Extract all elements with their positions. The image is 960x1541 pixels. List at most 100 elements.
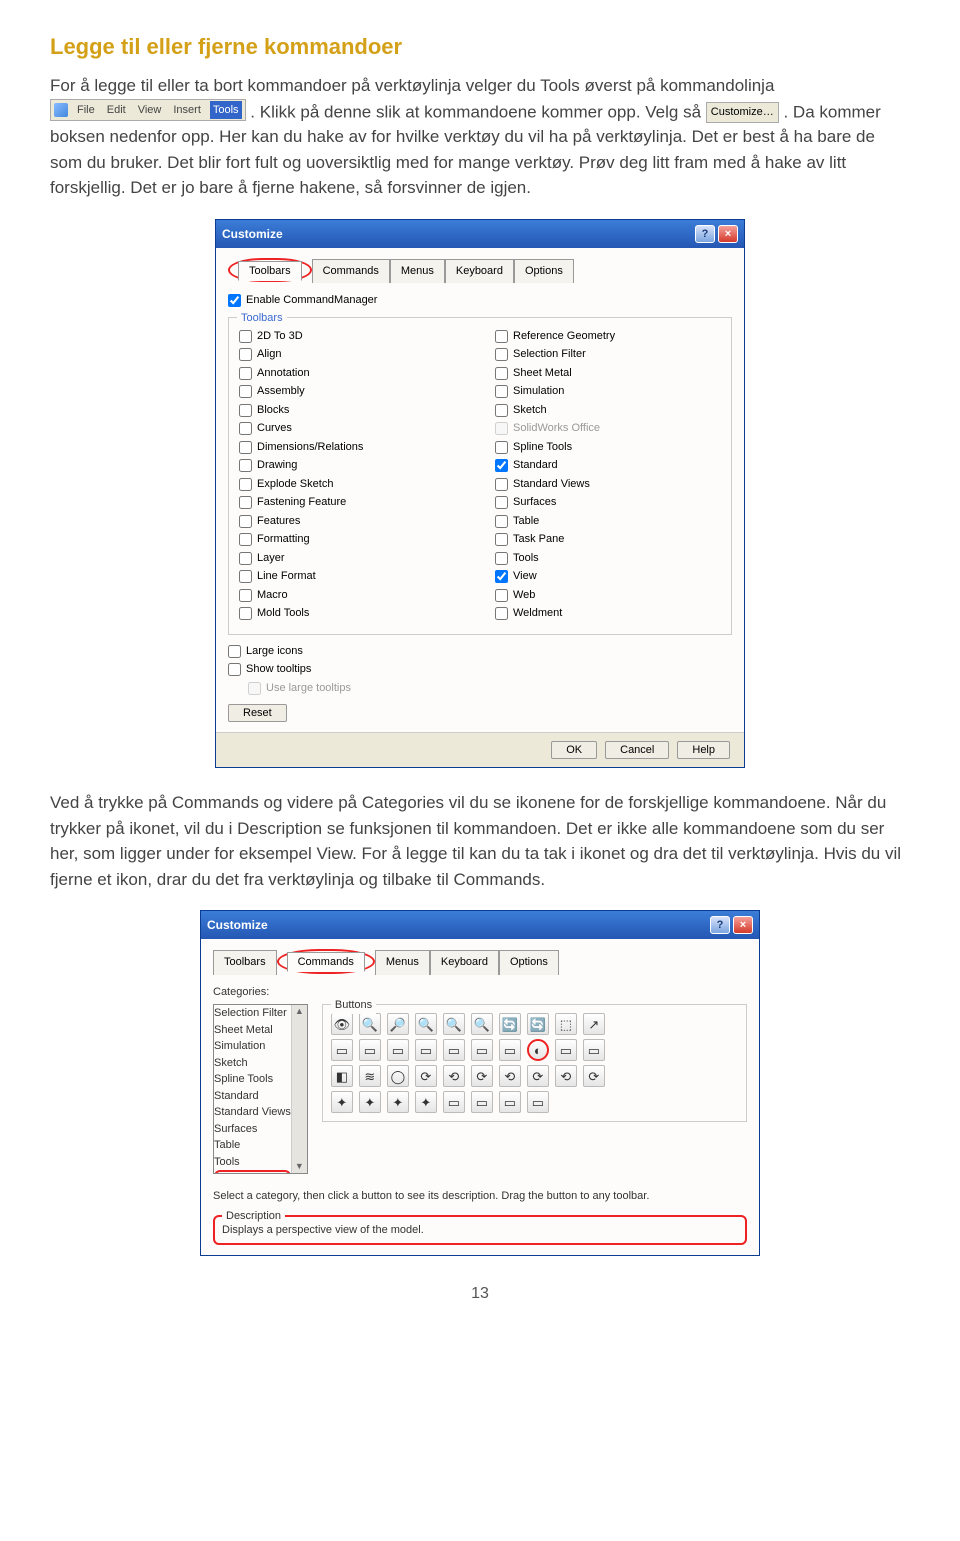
command-icon[interactable]: ▭ (527, 1091, 549, 1113)
help-icon[interactable]: ? (710, 916, 730, 934)
tab-options[interactable]: Options (499, 950, 559, 975)
command-icon[interactable]: ↗ (583, 1013, 605, 1035)
command-icon[interactable]: 🔍 (415, 1013, 437, 1035)
category-item[interactable]: Sketch (214, 1055, 291, 1072)
toolbar-checkbox[interactable]: Mold Tools (239, 605, 465, 622)
command-icon[interactable]: ≋ (359, 1065, 381, 1087)
category-item[interactable]: Selection Filter (214, 1005, 291, 1022)
tab-options[interactable]: Options (514, 259, 574, 284)
enable-commandmanager-checkbox[interactable]: Enable CommandManager (228, 292, 732, 309)
tab-menus[interactable]: Menus (390, 259, 445, 284)
tab-commands[interactable]: Commands (312, 259, 390, 284)
toolbar-checkbox[interactable]: Curves (239, 420, 465, 437)
large-icons-checkbox[interactable]: Large icons (228, 643, 732, 660)
category-item[interactable]: View (214, 1170, 291, 1173)
category-item[interactable]: Sheet Metal (214, 1022, 291, 1039)
command-icon[interactable]: ▭ (555, 1039, 577, 1061)
toolbar-checkbox[interactable]: Fastening Feature (239, 494, 465, 511)
command-icon[interactable]: ✦ (387, 1091, 409, 1113)
toolbar-checkbox[interactable]: 2D To 3D (239, 328, 465, 345)
toolbar-checkbox[interactable]: Surfaces (495, 494, 721, 511)
command-icon[interactable]: ▭ (331, 1039, 353, 1061)
tab-toolbars[interactable]: Toolbars (213, 950, 277, 975)
command-icon[interactable]: 🔍 (359, 1013, 381, 1035)
command-icon[interactable]: ⟲ (443, 1065, 465, 1087)
toolbar-checkbox[interactable]: Tools (495, 550, 721, 567)
category-item[interactable]: Spline Tools (214, 1071, 291, 1088)
command-icon[interactable]: ✦ (359, 1091, 381, 1113)
command-icon[interactable]: ✦ (331, 1091, 353, 1113)
toolbar-checkbox[interactable]: Explode Sketch (239, 476, 465, 493)
tab-keyboard[interactable]: Keyboard (430, 950, 499, 975)
toolbar-checkbox[interactable]: Table (495, 513, 721, 530)
command-icon[interactable]: ▭ (387, 1039, 409, 1061)
category-item[interactable]: Standard Views (214, 1104, 291, 1121)
command-icon[interactable]: ◯ (387, 1065, 409, 1087)
command-icon[interactable]: ▭ (499, 1091, 521, 1113)
scrollbar[interactable]: ▲▼ (291, 1005, 307, 1173)
command-icon[interactable]: ⟳ (471, 1065, 493, 1087)
close-icon[interactable]: × (733, 916, 753, 934)
toolbar-checkbox[interactable]: Web (495, 587, 721, 604)
toolbar-checkbox[interactable]: View (495, 568, 721, 585)
help-icon[interactable]: ? (695, 225, 715, 243)
toolbar-checkbox[interactable]: Layer (239, 550, 465, 567)
toolbar-checkbox[interactable]: Reference Geometry (495, 328, 721, 345)
toolbar-checkbox[interactable]: Macro (239, 587, 465, 604)
toolbar-checkbox[interactable]: Standard (495, 457, 721, 474)
tab-toolbars[interactable]: Toolbars (238, 261, 302, 281)
toolbar-checkbox[interactable]: Line Format (239, 568, 465, 585)
command-icon[interactable]: ▭ (499, 1039, 521, 1061)
command-icon[interactable]: 🔍 (471, 1013, 493, 1035)
command-icon[interactable]: ⬚ (555, 1013, 577, 1035)
toolbar-checkbox[interactable]: Drawing (239, 457, 465, 474)
command-icon[interactable]: ⟲ (499, 1065, 521, 1087)
tab-commands[interactable]: Commands (287, 952, 365, 972)
cancel-button[interactable]: Cancel (605, 741, 669, 759)
command-icon[interactable]: ✦ (415, 1091, 437, 1113)
command-icon[interactable]: ▭ (583, 1039, 605, 1061)
category-item[interactable]: Surfaces (214, 1121, 291, 1138)
help-button[interactable]: Help (677, 741, 730, 759)
toolbar-checkbox[interactable]: Features (239, 513, 465, 530)
toolbar-checkbox[interactable]: Simulation (495, 383, 721, 400)
command-icon[interactable]: ⟳ (583, 1065, 605, 1087)
toolbar-checkbox[interactable]: Task Pane (495, 531, 721, 548)
command-icon[interactable]: ◐ (527, 1039, 549, 1061)
command-icon[interactable]: 👁 (331, 1013, 353, 1035)
command-icon[interactable]: ⟳ (415, 1065, 437, 1087)
category-item[interactable]: Simulation (214, 1038, 291, 1055)
category-item[interactable]: Table (214, 1137, 291, 1154)
toolbar-checkbox[interactable]: Standard Views (495, 476, 721, 493)
toolbar-checkbox[interactable]: Sheet Metal (495, 365, 721, 382)
toolbar-checkbox[interactable]: Formatting (239, 531, 465, 548)
command-icon[interactable]: ⟳ (527, 1065, 549, 1087)
toolbar-checkbox[interactable]: Selection Filter (495, 346, 721, 363)
tab-menus[interactable]: Menus (375, 950, 430, 975)
toolbar-checkbox[interactable]: Weldment (495, 605, 721, 622)
categories-listbox[interactable]: Selection FilterSheet MetalSimulationSke… (213, 1004, 308, 1174)
command-icon[interactable]: ▭ (415, 1039, 437, 1061)
command-icon[interactable]: 🔎 (387, 1013, 409, 1035)
category-item[interactable]: Standard (214, 1088, 291, 1105)
command-icon[interactable]: ▭ (471, 1091, 493, 1113)
command-icon[interactable]: ▭ (359, 1039, 381, 1061)
tab-keyboard[interactable]: Keyboard (445, 259, 514, 284)
command-icon[interactable]: ⟲ (555, 1065, 577, 1087)
toolbar-checkbox[interactable]: Sketch (495, 402, 721, 419)
command-icon[interactable]: 🔍 (443, 1013, 465, 1035)
toolbar-checkbox[interactable]: Align (239, 346, 465, 363)
close-icon[interactable]: × (718, 225, 738, 243)
toolbar-checkbox[interactable]: Assembly (239, 383, 465, 400)
command-icon[interactable]: ▭ (443, 1091, 465, 1113)
show-tooltips-checkbox[interactable]: Show tooltips (228, 661, 732, 678)
toolbar-checkbox[interactable]: Annotation (239, 365, 465, 382)
toolbar-checkbox[interactable]: Blocks (239, 402, 465, 419)
command-icon[interactable]: ◧ (331, 1065, 353, 1087)
toolbar-checkbox[interactable]: Dimensions/Relations (239, 439, 465, 456)
command-icon[interactable]: ▭ (471, 1039, 493, 1061)
toolbar-checkbox[interactable]: Spline Tools (495, 439, 721, 456)
reset-button[interactable]: Reset (228, 704, 287, 722)
command-icon[interactable]: ▭ (443, 1039, 465, 1061)
ok-button[interactable]: OK (551, 741, 597, 759)
